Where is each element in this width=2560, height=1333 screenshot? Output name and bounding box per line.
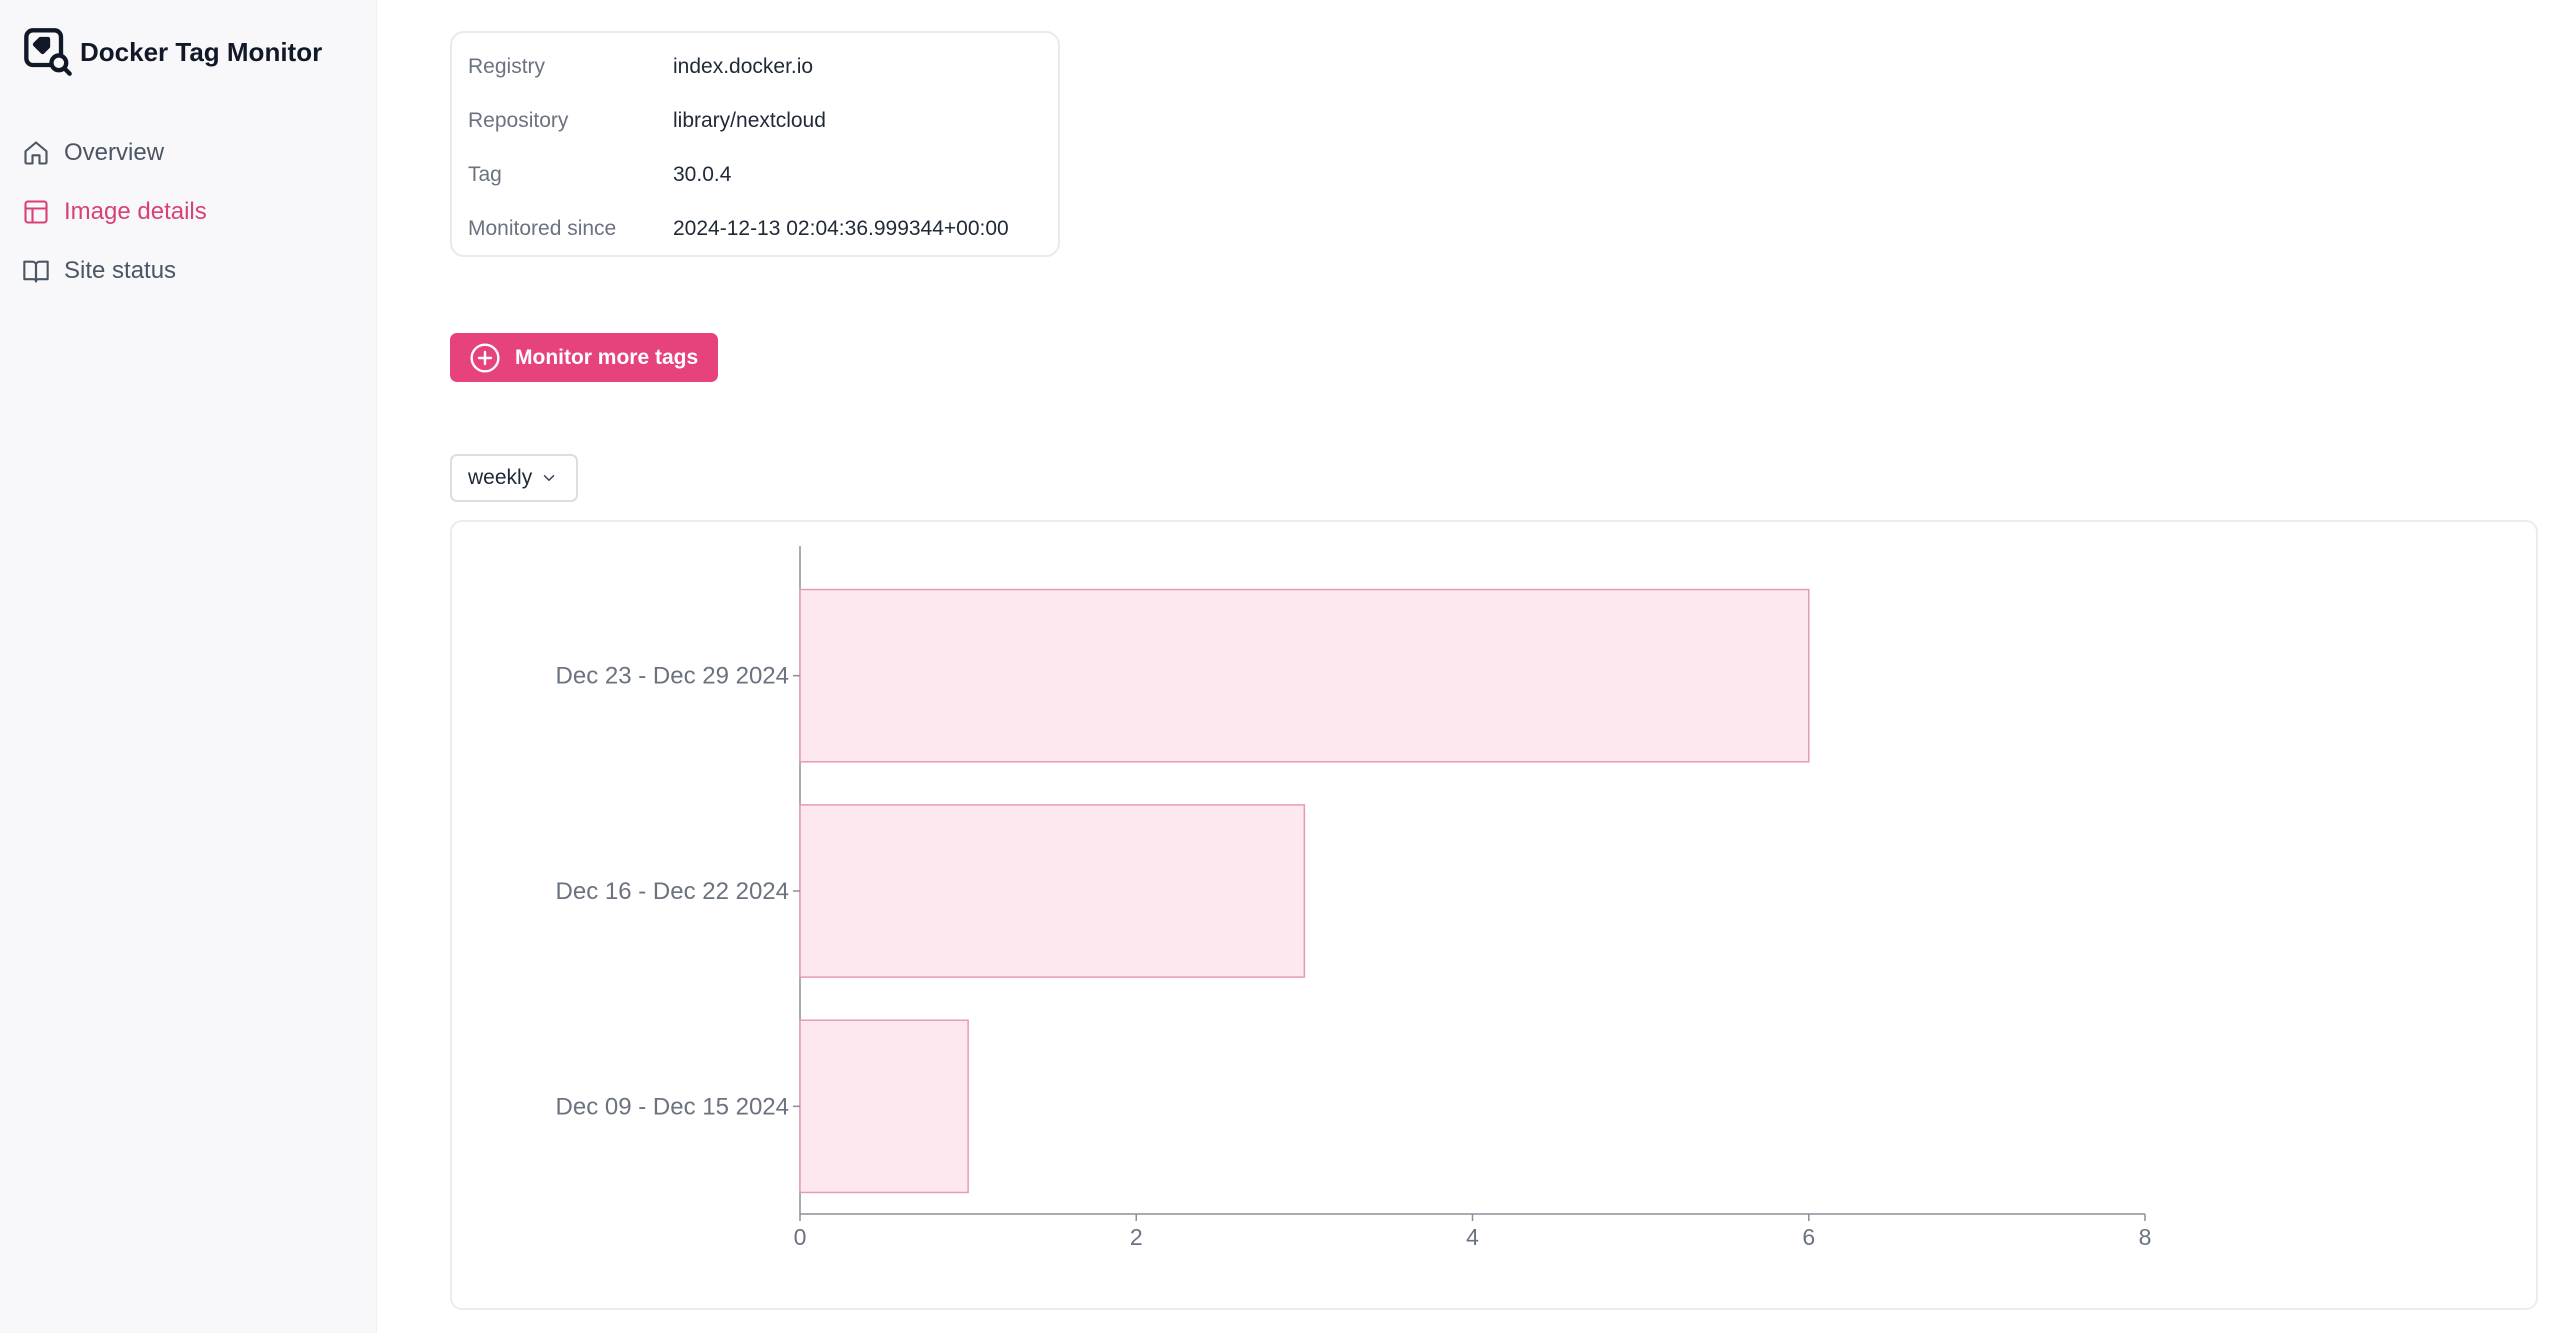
- sidebar-item-overview[interactable]: Overview: [22, 130, 207, 176]
- sidebar-item-label: Image details: [64, 198, 207, 225]
- sidebar-item-image-details[interactable]: Image details: [22, 189, 207, 235]
- detail-key: Monitored since: [468, 217, 617, 240]
- chart-card: Dec 23 - Dec 29 2024 Dec 16 - Dec 22 2024…: [450, 520, 2538, 1310]
- sidebar-item-site-status[interactable]: Site status: [22, 248, 207, 294]
- monitor-more-tags-button[interactable]: Monitor more tags: [450, 333, 718, 382]
- x-tick-label: 8: [2139, 1224, 2152, 1250]
- book-open-icon: [23, 260, 49, 283]
- docker-tag-search-icon: [24, 28, 72, 76]
- sidebar-nav: Overview Image details Site status: [22, 130, 207, 307]
- x-tick-label: 4: [1466, 1224, 1479, 1250]
- chart-bar[interactable]: [799, 1019, 969, 1194]
- period-select-value: weekly: [468, 466, 533, 489]
- app-brand[interactable]: Docker Tag Monitor: [22, 26, 322, 78]
- x-tick-label: 2: [1130, 1224, 1143, 1250]
- period-select[interactable]: weekly: [450, 454, 578, 502]
- detail-value: library/nextcloud: [673, 109, 826, 132]
- detail-key: Registry: [468, 55, 546, 78]
- y-tick-label: Dec 23 - Dec 29 2024: [556, 663, 789, 690]
- chart-bar[interactable]: [799, 804, 1306, 978]
- weekly-pulls-chart: Dec 23 - Dec 29 2024 Dec 16 - Dec 22 2024…: [556, 546, 2152, 1250]
- x-tick-label: 6: [1802, 1224, 1815, 1250]
- plus-circle-icon: [470, 342, 500, 373]
- sidebar-item-label: Site status: [64, 257, 177, 284]
- sidebar: Docker Tag Monitor Overview Image detail…: [0, 0, 377, 1333]
- chart-bar[interactable]: [799, 588, 1810, 763]
- chevron-down-icon: [543, 475, 555, 481]
- y-tick-label: Dec 16 - Dec 22 2024: [556, 878, 789, 905]
- sidebar-item-label: Overview: [64, 139, 165, 166]
- detail-value: 30.0.4: [673, 163, 732, 186]
- app-title: Docker Tag Monitor: [80, 36, 323, 67]
- image-details-card: Registry index.docker.io Repository libr…: [450, 31, 1060, 257]
- table-icon: [24, 200, 48, 224]
- detail-value: index.docker.io: [673, 55, 814, 78]
- monitor-more-tags-label: Monitor more tags: [515, 345, 699, 369]
- home-icon: [24, 141, 48, 165]
- x-tick-label: 0: [794, 1224, 807, 1250]
- detail-key: Repository: [468, 109, 569, 132]
- detail-value: 2024-12-13 02:04:36.999344+00:00: [673, 217, 1009, 240]
- y-tick-label: Dec 09 - Dec 15 2024: [556, 1093, 789, 1120]
- detail-key: Tag: [468, 163, 502, 186]
